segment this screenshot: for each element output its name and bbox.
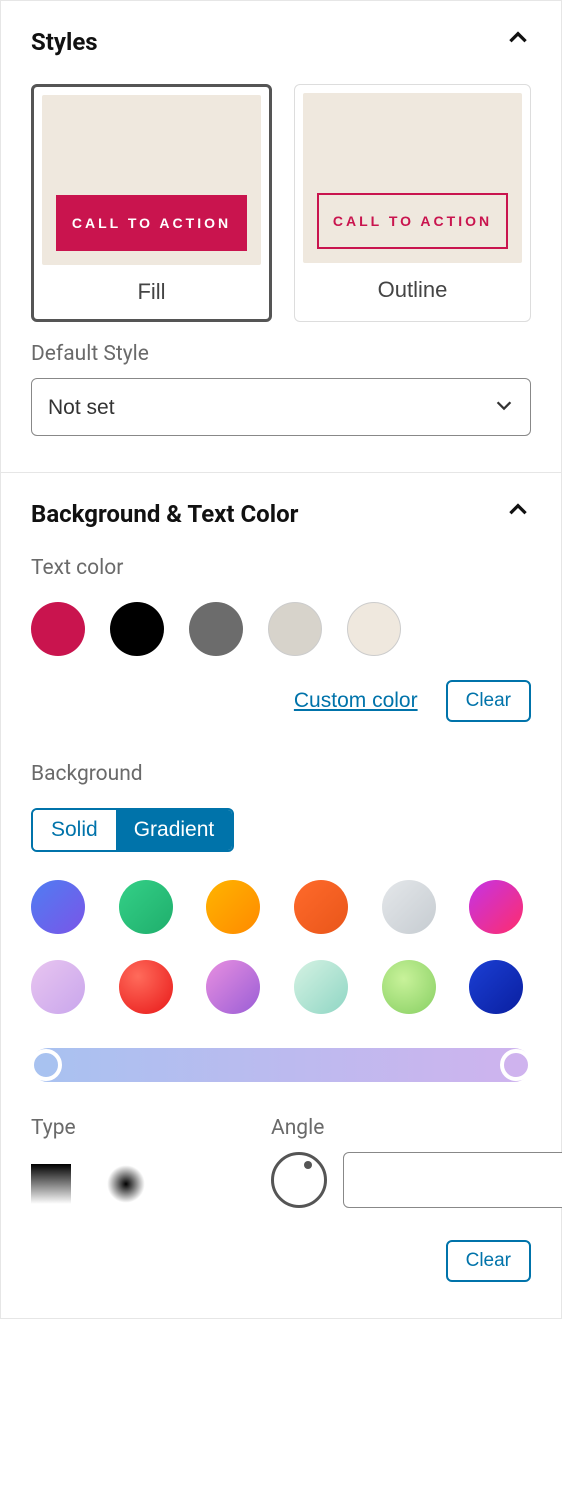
gradient-slider[interactable]	[31, 1048, 531, 1082]
chevron-up-icon	[505, 25, 531, 58]
gradient-type-radial[interactable]	[107, 1165, 145, 1203]
bg-mode-gradient[interactable]: Gradient	[116, 810, 233, 850]
gradient-swatch-lilac[interactable]	[31, 960, 85, 1014]
angle-indicator-dot	[304, 1161, 312, 1169]
gradient-swatch-grid	[31, 880, 531, 1014]
text-swatch-crimson[interactable]	[31, 602, 85, 656]
outline-label: Outline	[295, 263, 530, 317]
bg-mode-solid[interactable]: Solid	[33, 810, 116, 850]
style-option-outline[interactable]: CALL TO ACTION Outline	[294, 84, 531, 322]
text-swatch-cream[interactable]	[347, 602, 401, 656]
style-option-fill[interactable]: CALL TO ACTION Fill	[31, 84, 272, 322]
custom-color-link[interactable]: Custom color	[294, 689, 418, 713]
gradient-swatch-green[interactable]	[119, 880, 173, 934]
gradient-swatch-magenta-red[interactable]	[469, 880, 523, 934]
cta-fill-label: CALL TO ACTION	[56, 195, 247, 251]
gradient-swatch-purple-pink[interactable]	[206, 960, 260, 1014]
text-swatch-row	[31, 602, 531, 656]
default-style-select[interactable]: Not set	[31, 378, 531, 436]
text-swatch-gray[interactable]	[189, 602, 243, 656]
gradient-swatch-mint[interactable]	[294, 960, 348, 1014]
gradient-stop-start[interactable]	[30, 1049, 62, 1081]
gradient-swatch-lime[interactable]	[382, 960, 436, 1014]
color-title: Background & Text Color	[31, 500, 298, 528]
angle-label: Angle	[271, 1116, 562, 1140]
clear-text-color-button[interactable]: Clear	[446, 680, 531, 722]
cta-outline-label: CALL TO ACTION	[317, 193, 508, 249]
angle-knob[interactable]	[271, 1152, 327, 1208]
clear-background-button[interactable]: Clear	[446, 1240, 531, 1282]
outline-preview: CALL TO ACTION	[303, 93, 522, 263]
gradient-swatch-silver[interactable]	[382, 880, 436, 934]
fill-preview: CALL TO ACTION	[42, 95, 261, 265]
type-label: Type	[31, 1116, 231, 1140]
fill-label: Fill	[34, 265, 269, 319]
color-section: Background & Text Color Text color Custo…	[1, 472, 561, 1318]
color-header[interactable]: Background & Text Color	[31, 497, 531, 530]
gradient-swatch-royal-blue[interactable]	[469, 960, 523, 1014]
text-swatch-black[interactable]	[110, 602, 164, 656]
text-color-label: Text color	[31, 556, 531, 580]
background-label: Background	[31, 762, 531, 786]
styles-section: Styles CALL TO ACTION Fill CALL TO ACTIO…	[1, 1, 561, 472]
gradient-stop-end[interactable]	[500, 1049, 532, 1081]
styles-header[interactable]: Styles	[31, 25, 531, 58]
styles-title: Styles	[31, 28, 98, 56]
default-style-label: Default Style	[31, 342, 531, 366]
gradient-swatch-blue-violet[interactable]	[31, 880, 85, 934]
gradient-type-linear[interactable]	[31, 1164, 71, 1204]
gradient-swatch-orange[interactable]	[206, 880, 260, 934]
gradient-swatch-red-orange[interactable]	[294, 880, 348, 934]
gradient-swatch-scarlet[interactable]	[119, 960, 173, 1014]
bg-mode-segmented: Solid Gradient	[31, 808, 234, 852]
chevron-up-icon	[505, 497, 531, 530]
text-swatch-lightgray[interactable]	[268, 602, 322, 656]
angle-input[interactable]	[343, 1152, 562, 1208]
